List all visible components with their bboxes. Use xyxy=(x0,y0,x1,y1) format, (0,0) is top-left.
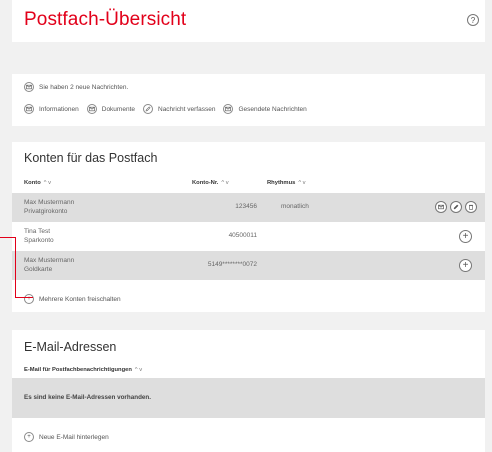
sort-icon[interactable]: ^ v xyxy=(298,180,305,186)
sort-icon[interactable]: ^ v xyxy=(44,180,51,186)
account-number: 40500011 xyxy=(228,232,257,239)
callout-bracket-top xyxy=(0,237,16,238)
more-accounts-link[interactable]: + Mehrere Konten freischalten xyxy=(24,294,121,304)
email-empty-text: Es sind keine E-Mail-Adressen vorhanden. xyxy=(24,394,152,401)
column-rhythmus[interactable]: Rhythmus ^ v xyxy=(267,180,306,186)
account-row[interactable]: Max Mustermann Goldkarte 5149********007… xyxy=(12,251,485,280)
email-empty-state: Es sind keine E-Mail-Adressen vorhanden. xyxy=(12,378,485,418)
informationen-link[interactable]: Informationen xyxy=(24,104,79,114)
account-actions xyxy=(435,201,477,213)
account-holder: Tina Test Sparkonto xyxy=(24,227,54,245)
column-konto[interactable]: Konto ^ v xyxy=(24,180,51,186)
envelope-icon xyxy=(24,82,34,92)
account-name: Max Mustermann xyxy=(24,257,75,264)
column-rhythmus-label: Rhythmus xyxy=(267,180,296,186)
callout-bracket-bottom xyxy=(15,297,33,298)
add-account-plus-icon[interactable]: + xyxy=(459,230,472,243)
account-number: 123456 xyxy=(235,203,257,210)
accounts-card: Konten für das Postfach Konto ^ v Konto-N… xyxy=(12,142,485,312)
account-rhythm: monatlich xyxy=(281,203,309,210)
column-konto-nr[interactable]: Konto-Nr. ^ v xyxy=(192,180,229,186)
new-messages-text: Sie haben 2 neue Nachrichten. xyxy=(39,83,129,91)
email-title: E-Mail-Adressen xyxy=(24,340,117,354)
account-row[interactable]: Tina Test Sparkonto 40500011 + xyxy=(12,222,485,251)
email-card: E-Mail-Adressen E-Mail für Postfachbenac… xyxy=(12,330,485,452)
dokumente-link[interactable]: Dokumente xyxy=(86,104,135,114)
gesendete-nachrichten-label: Gesendete Nachrichten xyxy=(238,105,307,113)
pencil-icon xyxy=(143,104,153,114)
add-account-plus-icon[interactable]: + xyxy=(459,259,472,272)
message-links: Informationen Dokumente Nachricht verfas… xyxy=(24,104,315,114)
header-card: Postfach-Übersicht ? xyxy=(12,0,485,42)
account-row[interactable]: Max Mustermann Privatgirokonto 123456 mo… xyxy=(12,193,485,222)
column-email[interactable]: E-Mail für Postfachbenachrichtigungen ^ v xyxy=(24,367,142,373)
account-name: Max Mustermann xyxy=(24,199,75,206)
envelope-icon xyxy=(223,104,234,114)
new-email-label: Neue E-Mail hinterlegen xyxy=(39,433,109,441)
account-type: Sparkonto xyxy=(24,237,54,244)
column-konto-nr-label: Konto-Nr. xyxy=(192,180,219,186)
account-name: Tina Test xyxy=(24,228,51,235)
account-holder: Max Mustermann Privatgirokonto xyxy=(24,198,74,216)
account-type: Privatgirokonto xyxy=(24,208,68,215)
page-title: Postfach-Übersicht xyxy=(24,9,187,30)
gesendete-nachrichten-link[interactable]: Gesendete Nachrichten xyxy=(223,104,307,114)
plus-icon: + xyxy=(24,432,34,442)
nachricht-verfassen-label: Nachricht verfassen xyxy=(158,105,216,113)
column-email-label: E-Mail für Postfachbenachrichtigungen xyxy=(24,367,132,373)
help-button[interactable]: ? xyxy=(467,14,479,26)
account-type: Goldkarte xyxy=(24,266,53,273)
envelope-icon xyxy=(24,104,34,114)
delete-trash-icon[interactable] xyxy=(465,201,477,213)
dokumente-label: Dokumente xyxy=(101,105,135,113)
nachricht-verfassen-link[interactable]: Nachricht verfassen xyxy=(143,104,215,114)
envelope-icon[interactable] xyxy=(435,201,447,213)
sort-icon[interactable]: ^ v xyxy=(221,180,228,186)
more-accounts-label: Mehrere Konten freischalten xyxy=(39,295,121,303)
informationen-label: Informationen xyxy=(39,105,79,113)
accounts-title: Konten für das Postfach xyxy=(24,151,158,165)
edit-pencil-icon[interactable] xyxy=(450,201,462,213)
callout-bracket-vertical xyxy=(15,237,16,298)
envelope-icon xyxy=(86,104,97,114)
column-konto-label: Konto xyxy=(24,180,41,186)
new-email-link[interactable]: + Neue E-Mail hinterlegen xyxy=(24,432,109,442)
account-holder: Max Mustermann Goldkarte xyxy=(24,256,74,274)
messages-card: Sie haben 2 neue Nachrichten. Informatio… xyxy=(12,74,485,126)
plus-icon: + xyxy=(24,294,34,304)
account-number: 5149********0072 xyxy=(207,261,257,268)
sort-icon[interactable]: ^ v xyxy=(135,367,142,373)
new-messages-notice[interactable]: Sie haben 2 neue Nachrichten. xyxy=(24,82,128,92)
